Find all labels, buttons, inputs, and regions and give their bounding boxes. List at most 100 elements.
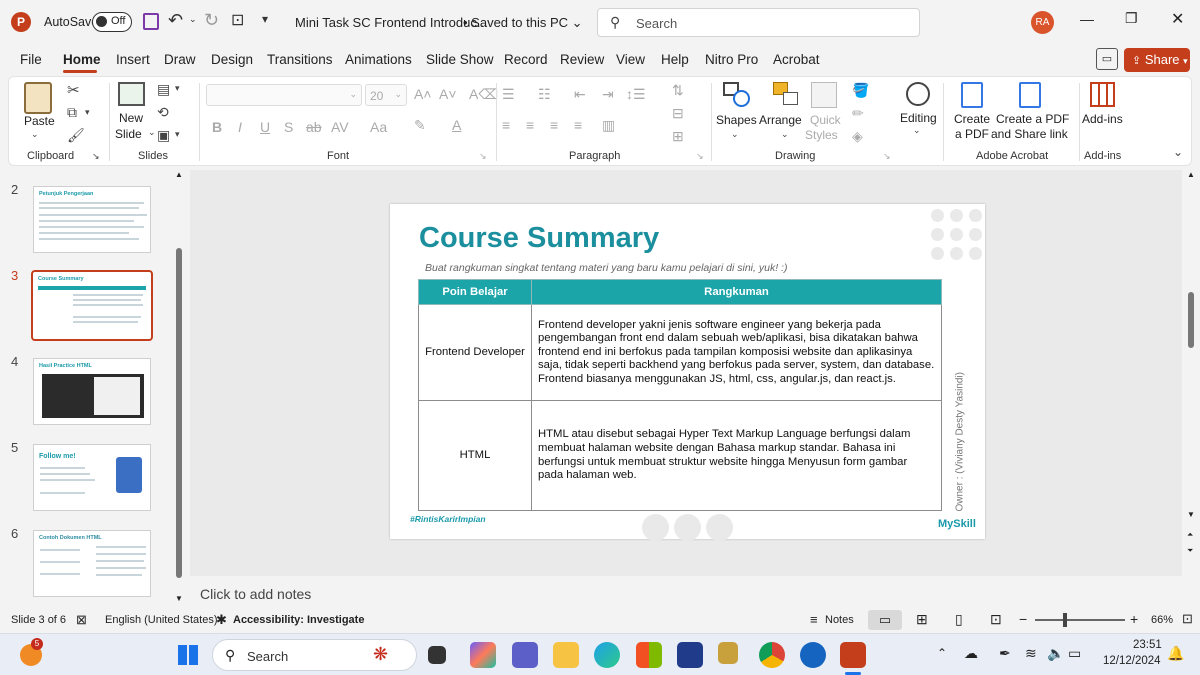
slide-sorter-icon[interactable]: ⊞ xyxy=(916,611,928,628)
quick-styles-label-2[interactable]: Styles xyxy=(805,128,838,143)
bold-icon[interactable]: B xyxy=(212,119,222,135)
summary-table[interactable]: Poin Belajar Rangkuman Frontend Develope… xyxy=(418,279,942,511)
clear-formatting-icon[interactable]: A⌫ xyxy=(469,86,498,103)
strikethrough-icon[interactable]: ab xyxy=(306,119,322,135)
tab-draw[interactable]: Draw xyxy=(164,52,196,67)
reset-icon[interactable]: ⟲ xyxy=(157,104,169,121)
editing-icon[interactable] xyxy=(906,82,930,106)
editing-button[interactable]: Editing xyxy=(900,111,937,126)
spelling-icon[interactable]: ⊠ xyxy=(76,612,87,628)
customize-qat-icon[interactable]: ▾ xyxy=(262,12,268,26)
owner-label[interactable]: Owner : (Viviany Desty Yasindi) xyxy=(955,352,966,512)
save-status[interactable]: • Saved to this PC ⌄ xyxy=(463,15,583,31)
font-launcher-icon[interactable]: ↘ xyxy=(479,151,487,162)
current-slide[interactable]: Course Summary Buat rangkuman singkat te… xyxy=(390,204,985,541)
quick-styles-label-1[interactable]: Quick xyxy=(810,113,841,128)
battery-icon[interactable]: ▭ xyxy=(1068,645,1081,662)
align-text-icon[interactable]: ⊟ xyxy=(672,105,684,122)
quick-styles-icon[interactable] xyxy=(811,82,837,108)
create-share-label-1[interactable]: Create a PDF xyxy=(996,112,1069,127)
italic-icon[interactable]: I xyxy=(238,119,242,135)
tab-view[interactable]: View xyxy=(616,52,645,67)
format-painter-icon[interactable]: 🖌 xyxy=(67,127,85,144)
shape-effects-icon[interactable]: ◈ xyxy=(852,128,863,145)
drawing-launcher-icon[interactable]: ↘ xyxy=(883,151,891,162)
font-size-box[interactable]: 20 ⌄ xyxy=(365,84,407,106)
paste-button[interactable]: Paste xyxy=(24,114,55,129)
increase-indent-icon[interactable]: ⇥ xyxy=(602,86,614,103)
shape-outline-icon[interactable]: ✏ xyxy=(852,105,864,122)
language-status[interactable]: English (United States) xyxy=(105,614,218,626)
tab-nitro-pro[interactable]: Nitro Pro xyxy=(705,52,758,67)
cut-icon[interactable]: ✂ xyxy=(67,81,80,99)
paste-dropdown-icon[interactable]: ⌄ xyxy=(31,129,39,140)
start-icon[interactable] xyxy=(178,645,198,665)
notes-button[interactable]: Notes xyxy=(825,614,854,626)
addins-icon[interactable] xyxy=(1090,82,1115,107)
tab-transitions[interactable]: Transitions xyxy=(267,52,333,67)
volume-icon[interactable]: 🔈 xyxy=(1047,645,1064,662)
tab-help[interactable]: Help xyxy=(661,52,689,67)
pen-icon[interactable]: ✒ xyxy=(999,645,1011,662)
slide-thumbnail-4[interactable]: Hasil Practice HTML xyxy=(33,358,151,425)
wifi-icon[interactable]: ≋ xyxy=(1025,645,1037,662)
underline-icon[interactable]: U xyxy=(260,119,270,135)
user-avatar[interactable]: RA xyxy=(1031,11,1054,34)
tab-design[interactable]: Design xyxy=(211,52,253,67)
shapes-button[interactable]: Shapes xyxy=(716,113,757,128)
smartart-icon[interactable]: ⊞ xyxy=(672,128,684,145)
present-icon[interactable]: ⊡ xyxy=(231,10,244,30)
character-spacing-icon[interactable]: AV xyxy=(331,119,349,135)
thumbnail-scrollbar[interactable]: ▲ ▼ xyxy=(174,170,184,606)
autosave-toggle[interactable]: Off xyxy=(92,12,132,32)
edge-icon[interactable] xyxy=(594,642,620,668)
create-share-pdf-icon[interactable] xyxy=(1019,82,1041,108)
zoom-in-icon[interactable]: + xyxy=(1130,611,1138,627)
arrange-button[interactable]: Arrange xyxy=(759,113,802,128)
undo-icon[interactable]: ↶ xyxy=(168,10,183,31)
tab-animations[interactable]: Animations xyxy=(345,52,412,67)
comments-button[interactable]: ▭ xyxy=(1096,48,1118,70)
section-dropdown-icon[interactable]: ▾ xyxy=(175,129,180,140)
slide-thumbnail-3[interactable]: Course Summary xyxy=(31,270,153,341)
search-box[interactable]: ⚲ Search xyxy=(597,8,920,37)
align-left-icon[interactable]: ≡ xyxy=(502,117,510,133)
columns-icon[interactable]: ▥ xyxy=(602,117,615,134)
tab-record[interactable]: Record xyxy=(504,52,548,67)
clock-app-icon[interactable] xyxy=(800,642,826,668)
slide-title[interactable]: Course Summary xyxy=(419,222,659,255)
tab-slide-show[interactable]: Slide Show xyxy=(426,52,494,67)
align-right-icon[interactable]: ≡ xyxy=(550,117,558,133)
slide-show-icon[interactable]: ⊡ xyxy=(990,611,1002,628)
align-center-icon[interactable]: ≡ xyxy=(526,117,534,133)
collapse-ribbon-icon[interactable]: ⌄ xyxy=(1173,145,1183,159)
tab-file[interactable]: File xyxy=(20,52,42,67)
create-pdf-label-1[interactable]: Create xyxy=(954,112,990,127)
tab-review[interactable]: Review xyxy=(560,52,604,67)
text-direction-icon[interactable]: ⇅ xyxy=(672,82,684,99)
slide-thumbnail-2[interactable]: Petunjuk Pengerjaan xyxy=(33,186,151,253)
garuda-icon[interactable] xyxy=(718,642,738,664)
zoom-out-icon[interactable]: − xyxy=(1019,611,1027,627)
undo-dropdown-icon[interactable]: ⌄ xyxy=(189,14,197,25)
onedrive-icon[interactable]: ☁ xyxy=(964,645,978,662)
table-cell-point[interactable]: HTML xyxy=(418,400,532,511)
paste-icon[interactable] xyxy=(24,82,52,114)
notifications-bell-icon[interactable]: 🔔 xyxy=(1167,645,1184,662)
bullets-icon[interactable]: ☰ xyxy=(502,86,515,103)
justify-icon[interactable]: ≡ xyxy=(574,117,582,133)
table-cell-summary[interactable]: HTML atau disebut sebagai Hyper Text Mar… xyxy=(531,400,942,511)
table-cell-point[interactable]: Frontend Developer xyxy=(418,304,532,401)
notes-pane[interactable]: Click to add notes xyxy=(190,580,1182,606)
notes-icon[interactable]: ≡ xyxy=(810,612,818,627)
reading-view-icon[interactable]: ▯ xyxy=(955,611,963,628)
section-icon[interactable]: ▣ xyxy=(157,127,170,144)
tab-acrobat[interactable]: Acrobat xyxy=(773,52,820,67)
create-pdf-icon[interactable] xyxy=(961,82,983,108)
fit-to-window-icon[interactable]: ⊡ xyxy=(1182,611,1193,627)
new-slide-icon[interactable] xyxy=(118,82,145,106)
tab-insert[interactable]: Insert xyxy=(116,52,150,67)
task-view-icon[interactable] xyxy=(428,646,446,664)
arrange-dropdown-icon[interactable]: ⌄ xyxy=(781,129,789,140)
new-slide-dropdown-icon[interactable]: ⌄ xyxy=(148,127,156,138)
